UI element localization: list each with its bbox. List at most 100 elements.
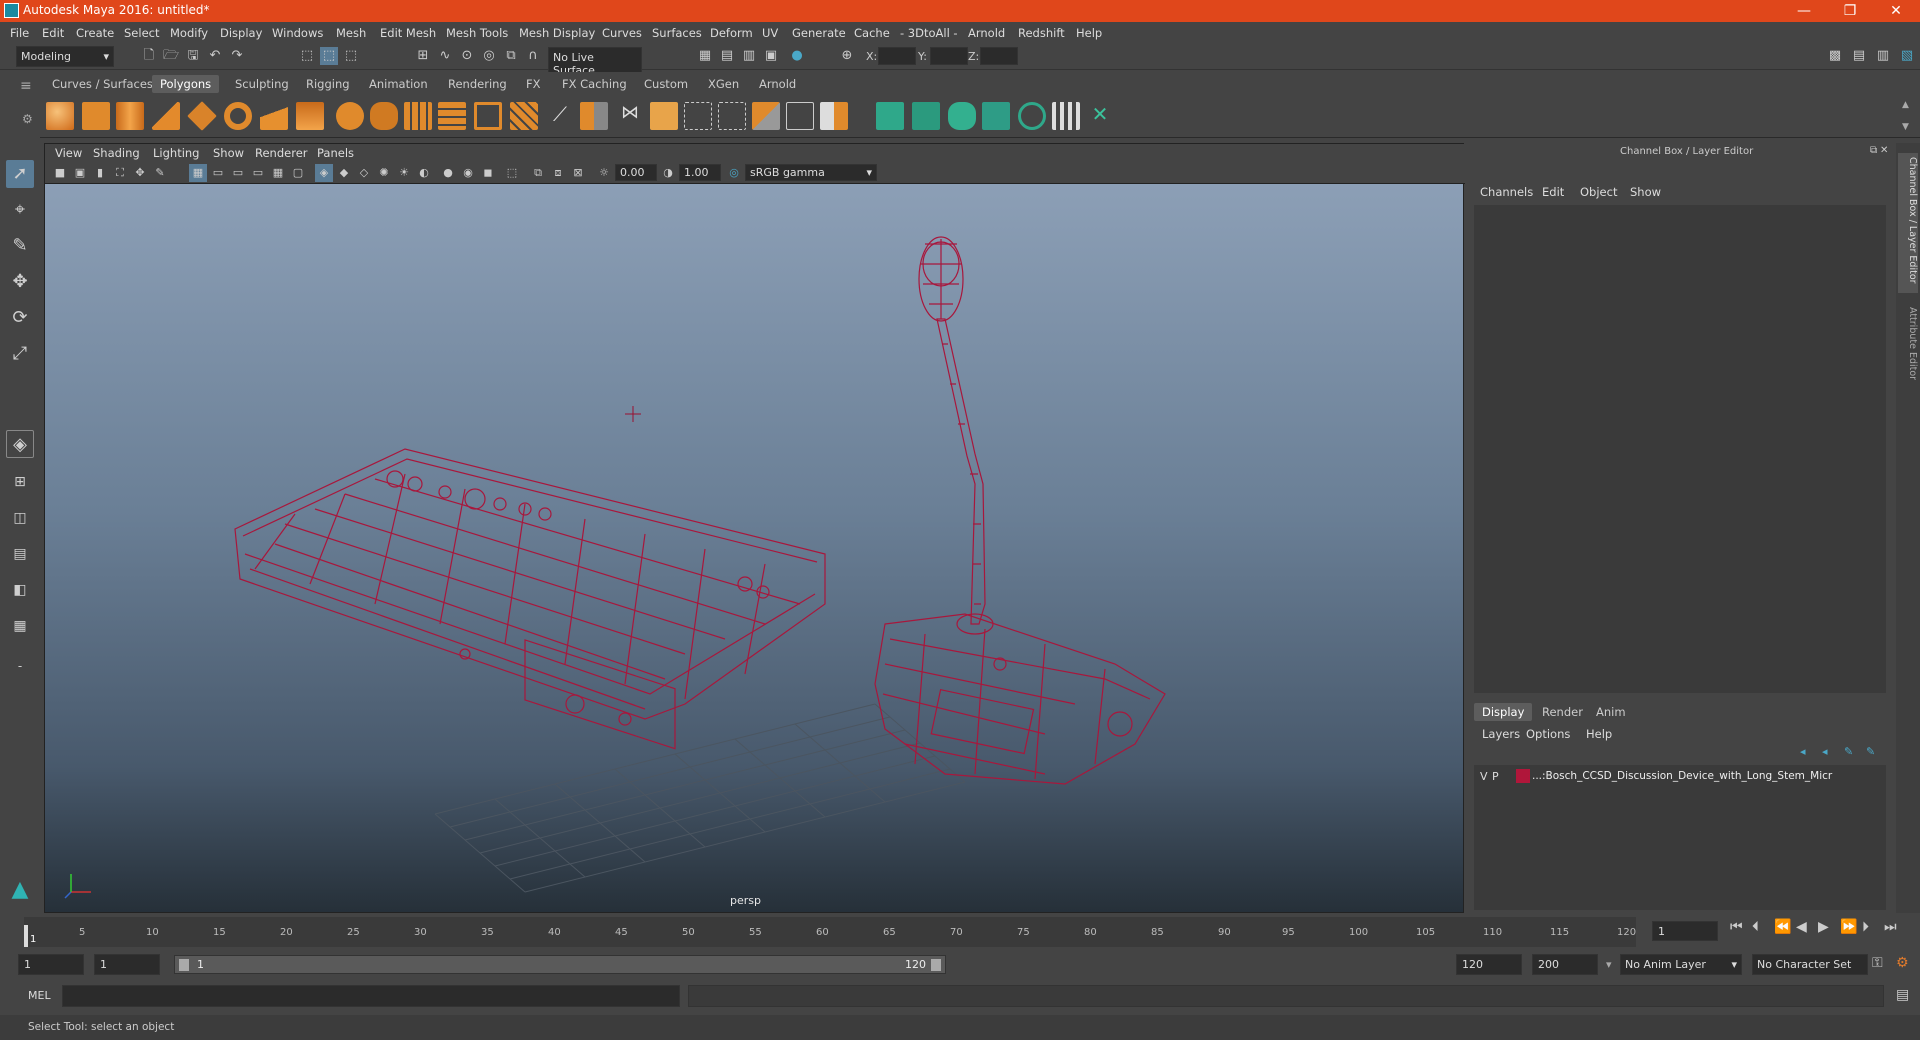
step-back-key-icon[interactable]: ⏪	[1774, 919, 1791, 935]
viewport-menu-lighting[interactable]: Lighting	[153, 146, 199, 160]
wireframe-on-shaded-icon[interactable]: ◇	[355, 164, 373, 182]
menu-cache[interactable]: Cache	[854, 26, 890, 40]
tab-rigging[interactable]: Rigging	[298, 75, 358, 93]
safe-action-icon[interactable]: ▢	[289, 164, 307, 182]
redo-icon[interactable]: ↷	[228, 47, 246, 65]
command-input[interactable]	[62, 985, 680, 1007]
object-menu[interactable]: Object	[1580, 185, 1617, 199]
field-chart-icon[interactable]: ▦	[269, 164, 287, 182]
time-slider[interactable]: 1 5 10 15 20 25 30 35 40 45 50 55 60 65 …	[0, 913, 1920, 947]
z-coordinate-field[interactable]	[980, 47, 1018, 65]
use-all-lights-icon[interactable]: ☀	[395, 164, 413, 182]
combine-icon[interactable]	[336, 102, 364, 130]
channels-menu[interactable]: Channels	[1480, 185, 1533, 199]
move-tool-icon[interactable]: ✥	[6, 268, 34, 296]
layers-menu[interactable]: Layers	[1482, 727, 1520, 741]
snap-point-icon[interactable]: ⊙	[458, 47, 476, 65]
extrude-icon[interactable]	[474, 102, 502, 130]
layout-options-icon[interactable]: -	[6, 652, 34, 680]
end-time-field[interactable]: 120	[1456, 954, 1522, 975]
camera-select-icon[interactable]: ■	[51, 164, 69, 182]
bridge-icon[interactable]	[580, 102, 608, 130]
menu-uv[interactable]: UV	[762, 26, 778, 40]
poke-icon[interactable]	[820, 102, 848, 130]
unfold-icon[interactable]	[1018, 102, 1046, 130]
tab-polygons[interactable]: Polygons	[152, 75, 220, 93]
select-object-icon[interactable]: ⬚	[320, 47, 338, 65]
scale-tool-icon[interactable]: ⤢	[6, 340, 34, 368]
poly-pipe-icon[interactable]	[296, 102, 324, 130]
shelf-scroll-up-icon[interactable]: ▲	[1902, 100, 1909, 110]
camera-attributes-icon[interactable]: ▣	[71, 164, 89, 182]
shelf-menu-icon[interactable]: ≡	[20, 78, 32, 94]
poly-cone-icon[interactable]	[152, 102, 180, 130]
color-management-icon[interactable]: ◎	[725, 164, 743, 182]
close-button[interactable]: ✕	[1876, 1, 1916, 21]
insert-loop-icon[interactable]	[718, 102, 746, 130]
tab-render[interactable]: Render	[1534, 703, 1591, 721]
edit-menu[interactable]: Edit	[1542, 185, 1564, 199]
tab-fx[interactable]: FX	[518, 75, 549, 93]
range-end-handle[interactable]	[931, 959, 941, 971]
two-pane-layout-icon[interactable]: ◫	[6, 504, 34, 532]
tab-xgen[interactable]: XGen	[700, 75, 747, 93]
motion-blur-icon[interactable]: ◉	[459, 164, 477, 182]
bookmark-icon[interactable]: ▮	[91, 164, 109, 182]
tab-channel-box-layer-editor[interactable]: Channel Box / Layer Editor	[1898, 153, 1918, 293]
menu-edit-mesh[interactable]: Edit Mesh	[380, 26, 436, 40]
uv-editor-icon[interactable]	[876, 102, 904, 130]
open-scene-icon[interactable]: 🗁	[162, 47, 180, 65]
new-layer-selected-icon[interactable]: ✎	[1866, 745, 1875, 758]
tool-settings-icon[interactable]: ▥	[1874, 47, 1892, 65]
anim-end-field[interactable]: 200	[1532, 954, 1598, 975]
render-settings-icon[interactable]: ▣	[762, 47, 780, 65]
hypershade-layout-icon[interactable]: ▦	[6, 612, 34, 640]
exposure-icon[interactable]: ☼	[595, 164, 613, 182]
float-panel-icon[interactable]: ⧉	[1870, 145, 1877, 156]
lasso-tool-icon[interactable]: ⌖	[6, 196, 34, 224]
tab-rendering[interactable]: Rendering	[440, 75, 515, 93]
menu-redshift[interactable]: Redshift	[1018, 26, 1065, 40]
mirror-icon[interactable]	[438, 102, 466, 130]
current-frame-field[interactable]: 1	[1652, 921, 1718, 941]
menu-help[interactable]: Help	[1076, 26, 1102, 40]
menu-surfaces[interactable]: Surfaces	[652, 26, 702, 40]
poly-pyramid-icon[interactable]	[260, 102, 288, 130]
menu-generate[interactable]: Generate	[792, 26, 846, 40]
automatic-map-icon[interactable]	[982, 102, 1010, 130]
poly-cube-icon[interactable]	[82, 102, 110, 130]
menu-display[interactable]: Display	[220, 26, 262, 40]
multi-cut-icon[interactable]: ⟋	[546, 102, 574, 130]
ambient-occlusion-icon[interactable]: ●	[439, 164, 457, 182]
sew-uv-icon[interactable]: ✕	[1086, 102, 1114, 130]
menu-arnold[interactable]: Arnold	[968, 26, 1005, 40]
merge-icon[interactable]	[752, 102, 780, 130]
grease-pencil-icon[interactable]: ✎	[151, 164, 169, 182]
planar-map-icon[interactable]	[912, 102, 940, 130]
tab-display[interactable]: Display	[1474, 703, 1533, 721]
rotate-tool-icon[interactable]: ⟳	[6, 304, 34, 332]
color-space-dropdown[interactable]: sRGB gamma ▾	[745, 164, 877, 181]
menu-deform[interactable]: Deform	[710, 26, 753, 40]
paint-select-tool-icon[interactable]: ✎	[6, 232, 34, 260]
2d-pan-zoom-icon[interactable]: ✥	[131, 164, 149, 182]
shelf-settings-icon[interactable]: ⚙	[22, 112, 33, 126]
channel-box-toggle-icon[interactable]: ▧	[1898, 47, 1916, 65]
xray-icon[interactable]: ⧉	[529, 164, 547, 182]
shelf-scroll-down-icon[interactable]: ▼	[1902, 122, 1909, 132]
maximize-button[interactable]: ❐	[1830, 1, 1870, 21]
graph-layout-icon[interactable]: ◧	[6, 576, 34, 604]
menu-windows[interactable]: Windows	[272, 26, 323, 40]
menu-mesh[interactable]: Mesh	[336, 26, 366, 40]
poly-cylinder-icon[interactable]	[116, 102, 144, 130]
chevron-down-icon[interactable]: ▾	[1606, 958, 1612, 971]
modeling-toolkit-icon[interactable]: ▩	[1826, 47, 1844, 65]
script-editor-icon[interactable]: ▤	[1896, 987, 1909, 1003]
auto-key-icon[interactable]: ⚿	[1872, 955, 1883, 971]
tab-fx-caching[interactable]: FX Caching	[554, 75, 635, 93]
y-coordinate-field[interactable]	[930, 47, 968, 65]
gate-mask-icon[interactable]: ▭	[249, 164, 267, 182]
current-time-indicator[interactable]	[24, 925, 28, 947]
move-layer-down-icon[interactable]: ◂	[1822, 745, 1828, 758]
save-scene-icon[interactable]: 🖫	[184, 47, 202, 65]
